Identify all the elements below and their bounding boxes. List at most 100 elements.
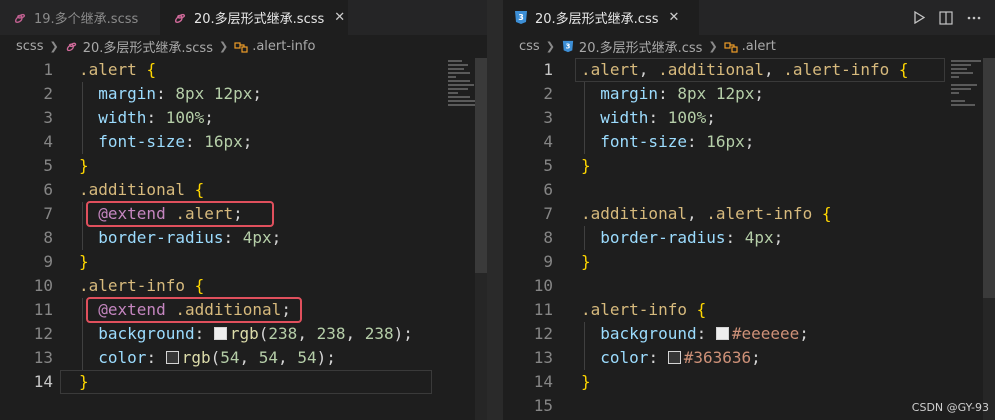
tab-20-scss[interactable]: 20.多层形式继承.scss ✕ [160, 0, 348, 35]
code-token: 4px [744, 228, 774, 247]
tab-label: 20.多层形式继承.css [535, 12, 659, 27]
code-line[interactable]: 3 width: 100%; [503, 106, 995, 130]
code-line[interactable]: 14} [503, 370, 995, 394]
code-line[interactable]: 9} [503, 250, 995, 274]
code-line[interactable]: 9} [0, 250, 487, 274]
editor-split-divider[interactable] [487, 0, 503, 420]
code-line[interactable]: 13 color: rgb(54, 54, 54); [0, 346, 487, 370]
code-text: } [79, 154, 89, 178]
code-line[interactable]: 5} [503, 154, 995, 178]
breadcrumb-symbol[interactable]: .alert [742, 39, 776, 54]
code-line[interactable]: 12 background: #eeeeee; [503, 322, 995, 346]
code-token: font-size [600, 132, 687, 151]
code-token: ; [706, 108, 716, 127]
breadcrumb-folder[interactable]: scss [16, 39, 43, 54]
right-tab-bar: 3 20.多层形式继承.css ✕ [503, 0, 995, 35]
breadcrumb-file[interactable]: 20.多层形式继承.scss [83, 37, 213, 56]
chevron-right-icon: ❯ [49, 40, 59, 53]
scrollbar-thumb[interactable] [983, 58, 995, 298]
code-token: @extend [98, 204, 166, 223]
code-line[interactable]: 3 width: 100%; [0, 106, 487, 130]
breadcrumb-file[interactable]: 20.多层形式继承.css [579, 37, 703, 56]
code-line[interactable]: 1 .alert, .additional, .alert-info { [503, 58, 995, 82]
color-swatch[interactable] [165, 351, 179, 364]
code-text: } [79, 250, 89, 274]
code-line[interactable]: 4 font-size: 16px; [503, 130, 995, 154]
code-token: 4px [242, 228, 272, 247]
vertical-scrollbar[interactable] [983, 58, 995, 420]
code-token: .additional [79, 180, 185, 199]
line-number: 14 [33, 372, 53, 391]
code-line[interactable]: 8 border-radius: 4px; [503, 226, 995, 250]
code-token: : [725, 228, 745, 247]
code-line[interactable]: 4 font-size: 16px; [0, 130, 487, 154]
code-token: ; [754, 84, 765, 103]
code-line[interactable]: 2 margin: 8px 12px; [503, 82, 995, 106]
code-line[interactable]: 1 .alert { [0, 58, 487, 82]
breadcrumb: scss ❯ 20.多层形式继承.scss ❯ .alert-info [0, 35, 487, 58]
breadcrumb-symbol[interactable]: .alert-info [252, 39, 315, 54]
editor-actions [913, 0, 995, 35]
code-token: #363636 [683, 348, 752, 367]
code-token: : [146, 108, 166, 127]
code-line[interactable]: 2 margin: 8px 12px; [0, 82, 487, 106]
scrollbar-thumb[interactable] [475, 58, 487, 273]
code-line[interactable]: 6 .additional { [0, 178, 487, 202]
code-line[interactable]: 7 .additional, .alert-info { [503, 202, 995, 226]
code-line[interactable]: 10 [503, 274, 995, 298]
code-token: width [98, 108, 147, 127]
tab-19-scss[interactable]: 19.多个继承.scss [0, 0, 160, 35]
watermark: CSDN @GY-93 [911, 401, 989, 414]
code-token: } [79, 156, 89, 175]
code-token: ); [393, 324, 413, 343]
code-token: ; [281, 300, 291, 319]
tab-label: 20.多层形式继承.scss [194, 12, 325, 27]
code-token: .alert [175, 204, 234, 223]
color-swatch[interactable] [715, 327, 729, 340]
code-token: @extend [98, 300, 166, 319]
breadcrumb-folder[interactable]: css [519, 39, 540, 54]
line-number: 6 [543, 180, 553, 199]
code-token: 54 [297, 348, 317, 367]
code-text: width: 100%; [79, 106, 214, 130]
code-token: background [600, 324, 697, 343]
svg-text:3: 3 [518, 13, 524, 22]
split-editor-icon[interactable] [939, 10, 953, 25]
play-icon[interactable] [913, 11, 925, 24]
close-icon[interactable]: ✕ [334, 10, 345, 25]
tab-label: 19.多个继承.scss [34, 12, 139, 27]
code-token: ; [773, 228, 784, 247]
color-swatch[interactable] [667, 351, 681, 364]
close-icon[interactable]: ✕ [669, 10, 680, 25]
vertical-scrollbar[interactable] [475, 58, 487, 420]
code-token: ; [252, 84, 263, 103]
code-token: { [194, 180, 205, 199]
code-token: #eeeeee [731, 324, 800, 343]
code-line[interactable]: 5} [0, 154, 487, 178]
code-line[interactable]: 11 @extend .additional; [0, 298, 487, 322]
code-line[interactable]: 13 color: #363636; [503, 346, 995, 370]
chevron-right-icon: ❯ [545, 40, 555, 53]
code-line[interactable]: 14} [0, 370, 487, 394]
code-token: .additional [581, 204, 687, 223]
color-swatch[interactable] [213, 327, 227, 340]
code-token: 238 [268, 324, 298, 343]
code-line[interactable]: 10 .alert-info { [0, 274, 487, 298]
tab-20-css[interactable]: 3 20.多层形式继承.css ✕ [503, 0, 699, 35]
breadcrumb: css ❯ 3 20.多层形式继承.css ❯ .alert [503, 35, 995, 58]
code-text: } [79, 370, 89, 394]
chevron-right-icon: ❯ [708, 40, 718, 53]
code-text: font-size: 16px; [79, 130, 252, 154]
code-line[interactable]: 7 @extend .alert; [0, 202, 487, 226]
code-token: background [98, 324, 195, 343]
code-line[interactable]: 12 background: rgb(238, 238, 238); [0, 322, 487, 346]
code-line[interactable]: 6 [503, 178, 995, 202]
code-line[interactable]: 11 .alert-info { [503, 298, 995, 322]
code-line[interactable]: 8 border-radius: 4px; [0, 226, 487, 250]
more-icon[interactable] [967, 16, 981, 20]
